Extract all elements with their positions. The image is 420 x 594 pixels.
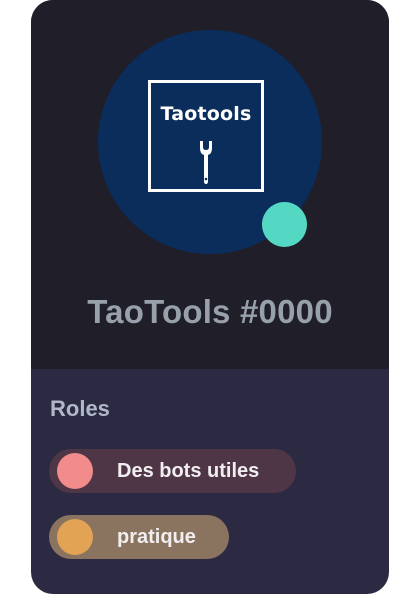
role-label: pratique [117, 526, 196, 548]
role-pill-des-bots-utiles[interactable]: Des bots utiles [49, 449, 296, 493]
role-color-dot [57, 519, 93, 555]
profile-card: Taotools TaoTools #0000 Roles Des bots u… [31, 0, 389, 594]
roles-title: Roles [50, 396, 110, 421]
profile-header: Taotools TaoTools #0000 [31, 0, 389, 369]
role-pill-pratique[interactable]: pratique [49, 515, 229, 559]
role-label: Des bots utiles [117, 460, 260, 482]
online-status-indicator [262, 202, 307, 247]
username[interactable]: TaoTools #0000 [31, 293, 389, 331]
logo-box: Taotools [148, 80, 264, 192]
role-color-dot [57, 453, 93, 489]
logo-text: Taotools [160, 103, 252, 125]
wrench-icon [200, 141, 212, 184]
